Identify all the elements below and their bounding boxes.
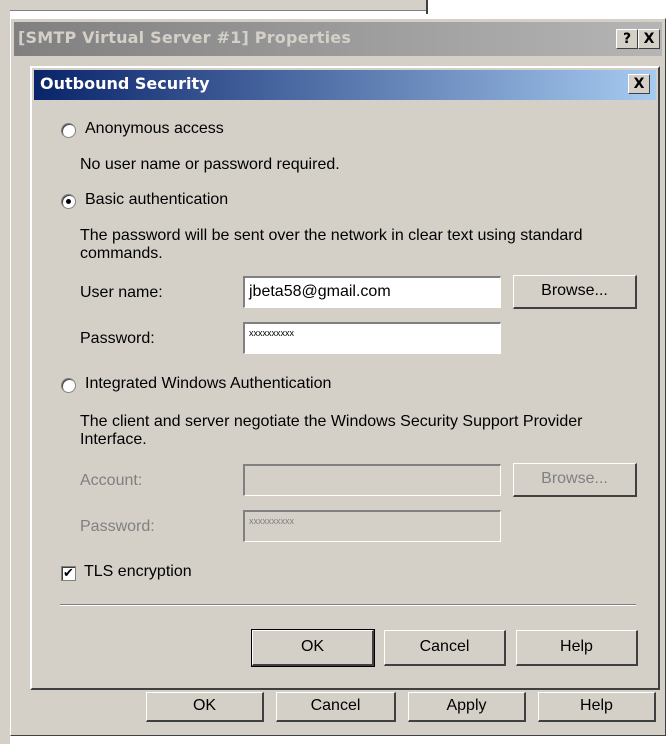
outbound-security-title: Outbound Security (40, 74, 210, 93)
help-title-button[interactable]: ? (616, 29, 638, 49)
ok-button[interactable]: OK (251, 629, 375, 667)
separator (60, 604, 636, 606)
dialog-close-button[interactable]: X (628, 74, 650, 94)
browse-account-button[interactable]: Browse... (513, 463, 637, 497)
tls-encryption-checkbox[interactable]: ✔ (61, 566, 76, 581)
integrated-windows-auth-radio[interactable] (61, 378, 76, 393)
basic-authentication-radio[interactable] (61, 194, 76, 209)
close-title-button[interactable]: X (638, 29, 660, 49)
parent-help-button[interactable]: Help (538, 692, 656, 722)
tls-encryption-label[interactable]: TLS encryption (84, 563, 192, 581)
integrated-description-line2: Interface. (80, 431, 147, 448)
cancel-button[interactable]: Cancel (384, 630, 506, 666)
smtp-properties-title: [SMTP Virtual Server #1] Properties (18, 28, 352, 47)
username-field[interactable]: jbeta58@gmail.com (243, 276, 501, 308)
account-label: Account: (80, 472, 143, 489)
parent-apply-button[interactable]: Apply (408, 692, 526, 722)
parent-cancel-button[interactable]: Cancel (276, 692, 396, 722)
basic-description-line1: The password will be sent over the netwo… (80, 227, 583, 244)
background-divider (426, 0, 428, 14)
help-button[interactable]: Help (516, 630, 638, 666)
anonymous-description: No user name or password required. (80, 156, 340, 173)
background-window-edge (0, 0, 428, 11)
anonymous-access-label[interactable]: Anonymous access (85, 120, 224, 138)
password-field[interactable]: xxxxxxxxxx (243, 322, 501, 354)
basic-description-line2: commands. (80, 245, 163, 262)
integrated-windows-auth-label[interactable]: Integrated Windows Authentication (85, 375, 331, 393)
basic-authentication-label[interactable]: Basic authentication (85, 191, 228, 209)
integrated-password-field[interactable]: xxxxxxxxxx (243, 510, 501, 542)
integrated-description-line1: The client and server negotiate the Wind… (80, 413, 583, 430)
account-field[interactable] (243, 464, 501, 496)
password-label: Password: (80, 330, 155, 347)
anonymous-access-radio[interactable] (61, 123, 76, 138)
background-left-strip (0, 0, 10, 744)
parent-ok-button[interactable]: OK (146, 692, 264, 722)
username-label: User name: (80, 284, 163, 301)
browse-username-button[interactable]: Browse... (513, 275, 637, 309)
integrated-password-label: Password: (80, 518, 155, 535)
